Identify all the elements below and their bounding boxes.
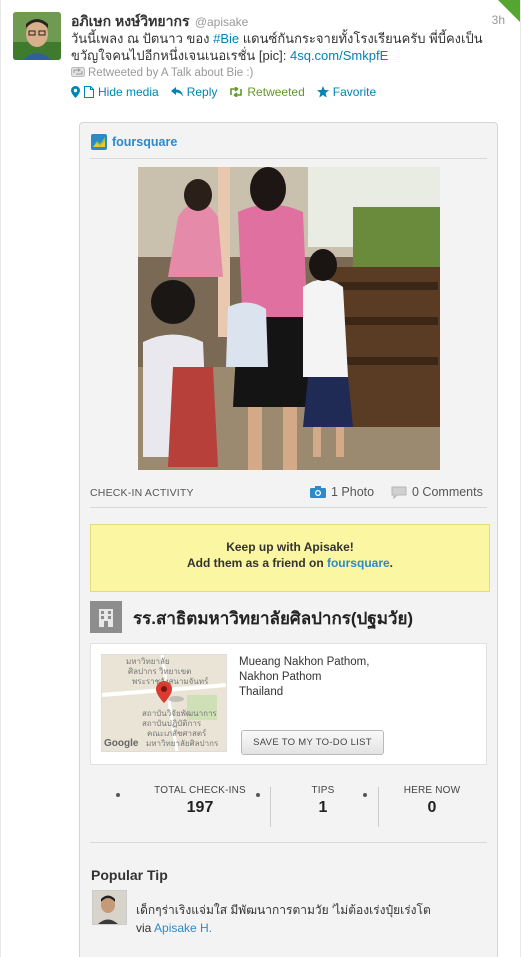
bullet-icon	[256, 793, 260, 797]
retweet-icon	[230, 87, 243, 97]
camera-icon	[310, 486, 326, 498]
venue-map[interactable]: มหาวิทยาลัย ศิลปากร วิทยาเขต พระราชวังสน…	[101, 654, 227, 752]
map-label: คณะเภสัชศาสตร์	[147, 729, 207, 738]
document-icon	[84, 86, 94, 98]
tweet: อภิเษก หงษ์วิทยากร @apisake 3h วันนี้เพล…	[0, 0, 521, 957]
address-line: Mueang Nakhon Pathom,	[239, 656, 370, 668]
tweet-text: วันนี้เพลง ณ ปัตนาว ของ #Bie แดนซ์กันกระ…	[71, 30, 511, 64]
user-screen-name[interactable]: @apisake	[195, 15, 249, 29]
foursquare-logo-icon	[91, 134, 107, 150]
tweet-actions: Hide media Reply Retweeted Favorite	[71, 85, 376, 99]
address-line: Nakhon Pathom	[239, 671, 322, 683]
promo-line-2: Add them as a friend on foursquare.	[91, 555, 489, 571]
tip-author-link[interactable]: Apisake H.	[154, 921, 212, 935]
building-icon	[90, 601, 122, 633]
reply-arrow-icon	[170, 87, 183, 97]
stat-label: TIPS	[311, 785, 335, 796]
tip-attribution: via Apisake H.	[136, 919, 431, 937]
photo-count-label: 1 Photo	[331, 485, 375, 499]
foursquare-short-link[interactable]: 4sq.com/SmkpfE	[290, 48, 388, 63]
retweeted-action[interactable]: Retweeted	[229, 85, 305, 99]
venue-details: มหาวิทยาลัย ศิลปากร วิทยาเขต พระราชวังสน…	[90, 643, 487, 765]
comment-count-label: 0 Comments	[412, 485, 483, 499]
foursquare-link[interactable]: foursquare	[327, 556, 390, 570]
retweet-small-icon	[71, 67, 85, 77]
divider	[378, 787, 379, 827]
photo-count[interactable]: 1 Photo	[310, 485, 374, 499]
foursquare-card: foursquare CHECK-IN ACTIVITY 1 Photo 0 C…	[79, 122, 498, 957]
map-label: พระราชวังสนามจันทร์	[132, 677, 209, 686]
checkin-activity-label: CHECK-IN ACTIVITY	[90, 487, 194, 499]
bullet-icon	[363, 793, 367, 797]
user-fullname[interactable]: อภิเษก หงษ์วิทยากร	[71, 13, 189, 29]
tweet-header: อภิเษก หงษ์วิทยากร @apisake 3h	[71, 11, 511, 31]
divider	[90, 507, 487, 508]
map-label: ศิลปากร วิทยาเขต	[128, 667, 192, 676]
stat-label: HERE NOW	[403, 785, 461, 796]
divider	[90, 158, 487, 159]
retweeted-label: Retweeted	[247, 85, 305, 99]
tip-text: เด็กๆร่าเริงแจ่มใส มีพัฒนาการตามวัย 'ไม่…	[136, 901, 431, 937]
stat-value: 197	[186, 799, 214, 816]
follow-promo: Keep up with Apisake! Add them as a frie…	[90, 524, 490, 592]
promo-text: Add them as a friend on	[186, 556, 327, 570]
address-line: Thailand	[239, 686, 284, 698]
favorite-label: Favorite	[332, 85, 377, 99]
checkin-photo[interactable]	[138, 167, 440, 470]
reply-label: Reply	[186, 85, 218, 99]
tweet-text-part: ขวัญใจคนไปอีกหนึ่งเจนเนอเรชั่น [pic]:	[71, 48, 290, 63]
location-pin-icon	[71, 86, 80, 98]
venue-address: Mueang Nakhon Pathom, Nakhon Pathom Thai…	[239, 655, 369, 700]
venue-name[interactable]: รร.สาธิตมหาวิทยาลัยศิลปากร(ปฐมวัย)	[133, 605, 413, 632]
retweeted-by: Retweeted by A Talk about Bie :)	[71, 67, 253, 79]
map-label: สถาบันปฏิบัติการ	[142, 719, 202, 728]
tweet-text-part: วันนี้เพลง ณ ปัตนาว ของ	[71, 31, 214, 46]
foursquare-brand[interactable]: foursquare	[91, 134, 177, 150]
reply-action[interactable]: Reply	[170, 85, 218, 99]
map-label: มหาวิทยาลัยศิลปากร	[146, 739, 219, 748]
stat-total-checkins: TOTAL CHECK-INS 197	[150, 785, 250, 817]
popular-tip-title: Popular Tip	[91, 867, 168, 883]
hide-media-action[interactable]: Hide media	[71, 85, 159, 99]
map-label: สถาบันวิจัยพัฒนาการ	[142, 709, 217, 718]
bullet-icon	[116, 793, 120, 797]
comment-count[interactable]: 0 Comments	[391, 485, 483, 499]
avatar[interactable]	[13, 12, 61, 60]
divider	[270, 787, 271, 827]
star-icon	[316, 86, 329, 98]
retweeted-by-label[interactable]: Retweeted by A Talk about Bie :)	[88, 67, 253, 79]
promo-line-1: Keep up with Apisake!	[226, 540, 354, 554]
stat-tips[interactable]: TIPS 1	[293, 785, 353, 817]
tip-author-avatar[interactable]	[92, 890, 127, 925]
promo-text: .	[389, 556, 394, 570]
save-to-todo-button[interactable]: SAVE TO MY TO-DO LIST	[241, 730, 384, 755]
hashtag-link[interactable]: #Bie	[213, 31, 239, 46]
favorite-action[interactable]: Favorite	[316, 85, 377, 99]
hide-media-label: Hide media	[98, 85, 159, 99]
stat-value: 1	[318, 799, 328, 816]
stat-label: TOTAL CHECK-INS	[154, 785, 246, 796]
google-map-brand: Google	[104, 738, 139, 749]
tip-via-label: via	[136, 921, 155, 935]
tip-body: เด็กๆร่าเริงแจ่มใส มีพัฒนาการตามวัย 'ไม่…	[136, 903, 431, 917]
tweet-text-part: แดนซ์กันกระจายทั้งโรงเรียนครับ พี่บี้คงเ…	[239, 31, 483, 46]
stat-value: 0	[427, 799, 437, 816]
venue-stats: TOTAL CHECK-INS 197 TIPS 1 HERE NOW 0	[90, 779, 487, 843]
map-label: มหาวิทยาลัย	[126, 657, 170, 666]
foursquare-brand-label: foursquare	[112, 135, 178, 149]
comment-bubble-icon	[391, 486, 407, 499]
stat-here-now: HERE NOW 0	[392, 785, 472, 817]
tweet-timestamp[interactable]: 3h	[492, 13, 505, 27]
